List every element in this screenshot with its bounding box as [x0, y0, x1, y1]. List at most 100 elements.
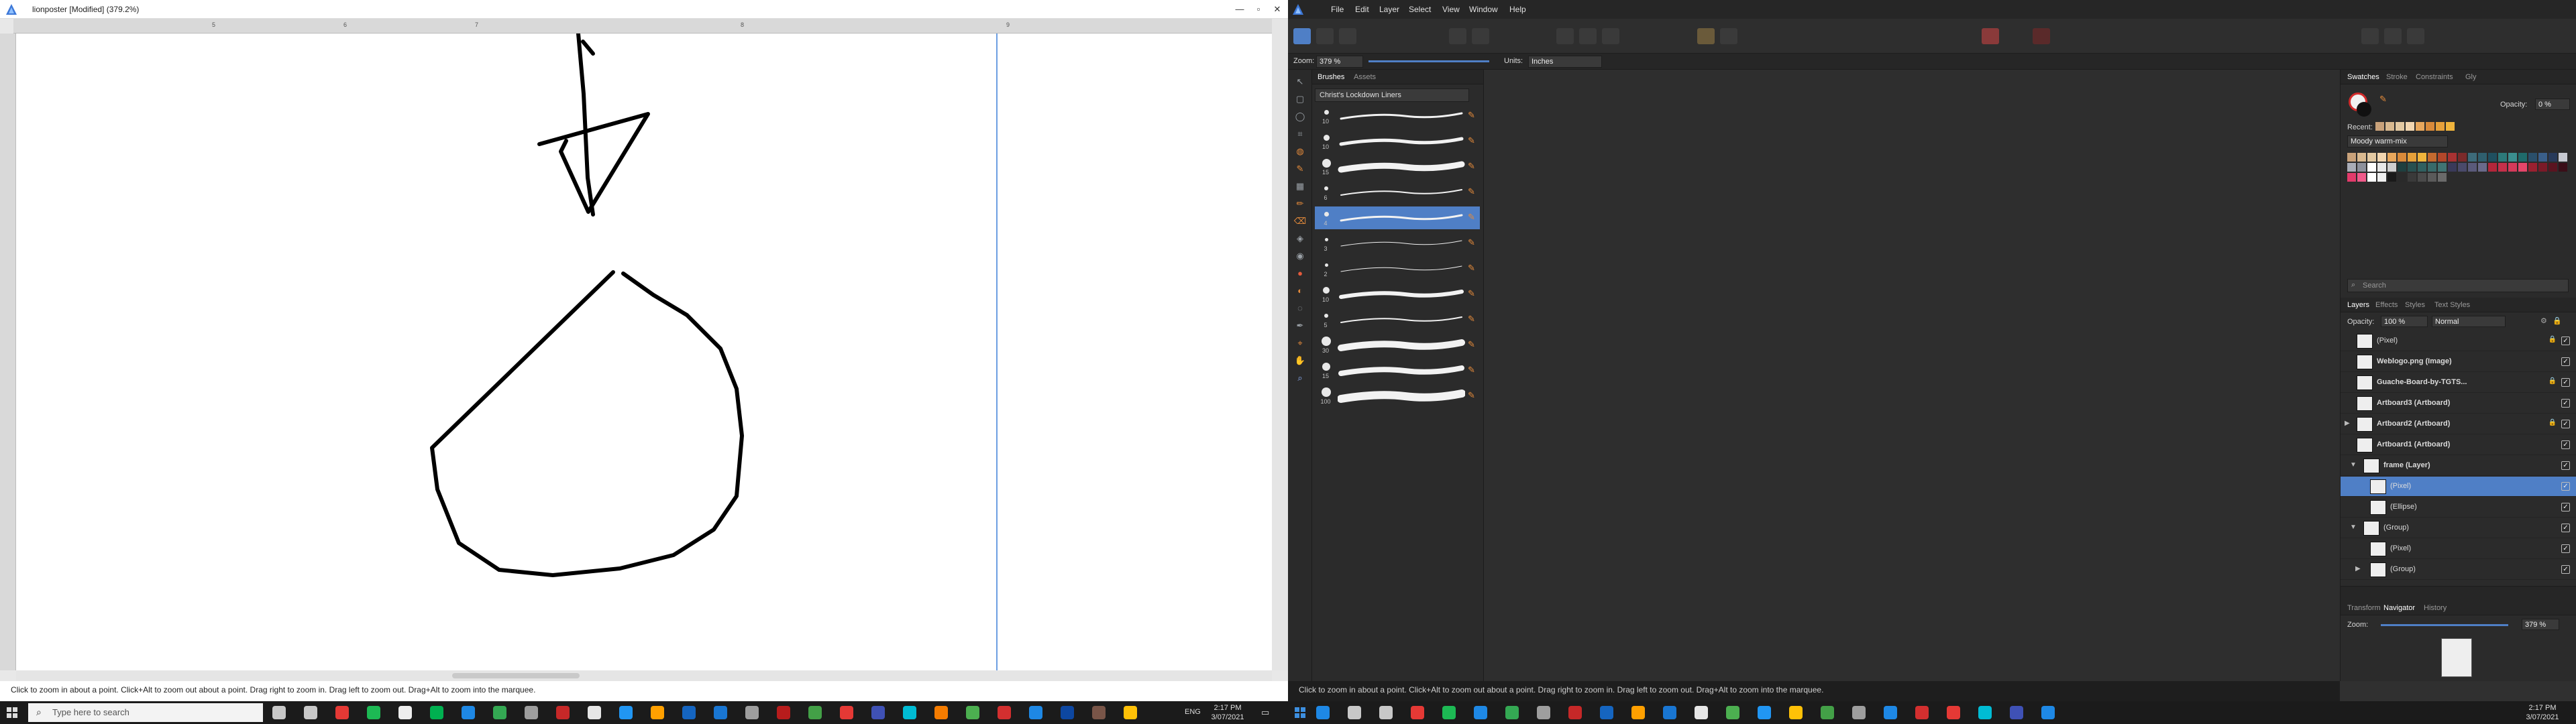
taskbar-app-icon[interactable]	[1884, 706, 1897, 719]
windows-start-icon[interactable]	[7, 707, 17, 718]
taskbar-app-icon[interactable]	[619, 706, 633, 719]
taskbar-app-icon[interactable]	[2041, 706, 2055, 719]
taskbar-app-icon[interactable]	[1029, 706, 1042, 719]
brush-item[interactable]: 4 ✎	[1315, 206, 1480, 229]
zoom-tool-icon[interactable]: ⌕	[1293, 371, 1307, 385]
expand-arrow-icon[interactable]: ▼	[2350, 524, 2357, 531]
color-swatch[interactable]	[2428, 153, 2436, 162]
recent-color-swatch[interactable]	[2426, 122, 2434, 131]
brush-item[interactable]: 2 ✎	[1315, 257, 1480, 280]
layer-row[interactable]: Guache-Board-by-TGTS... 🔒 ✓	[2341, 373, 2576, 393]
tab-assets[interactable]: Assets	[1354, 73, 1376, 81]
taskbar-app-icon[interactable]	[1568, 706, 1582, 719]
color-swatch[interactable]	[2398, 173, 2406, 182]
color-swatch[interactable]	[2357, 173, 2366, 182]
visibility-checkbox[interactable]: ✓	[2561, 357, 2570, 366]
color-swatch[interactable]	[2458, 163, 2467, 172]
color-swatch[interactable]	[2448, 153, 2457, 162]
color-swatch[interactable]	[2408, 153, 2416, 162]
layer-row[interactable]: ▶ (Group) ✓	[2341, 560, 2576, 580]
color-swatch[interactable]	[2508, 163, 2517, 172]
language-indicator[interactable]: ENG	[1185, 708, 1201, 716]
navigator-zoom-field[interactable]: 379 %	[2522, 619, 2559, 630]
fill-tool-icon[interactable]: ◈	[1293, 232, 1307, 245]
lock-icon[interactable]: 🔒	[2548, 377, 2557, 385]
transform-icon[interactable]	[1556, 28, 1574, 44]
share-icon[interactable]	[1339, 28, 1356, 44]
color-icon[interactable]	[2033, 28, 2050, 44]
pen-tool-icon[interactable]: ✒	[1293, 319, 1307, 333]
navigator-zoom-slider[interactable]	[2381, 624, 2508, 626]
stroke-color-well[interactable]	[2357, 102, 2371, 117]
taskbar-app-icon[interactable]	[1789, 706, 1803, 719]
taskbar-app-icon[interactable]	[1726, 706, 1739, 719]
snapshot-icon[interactable]	[2384, 28, 2402, 44]
layer-row[interactable]: (Pixel) ✓	[2341, 539, 2576, 559]
color-swatch[interactable]	[2428, 163, 2436, 172]
layer-row[interactable]: Artboard3 (Artboard) ✓	[2341, 394, 2576, 414]
blur-tool-icon[interactable]: ◌	[1293, 302, 1307, 315]
color-swatch[interactable]	[2468, 153, 2477, 162]
taskbar-search-input[interactable]: Type here to search	[28, 703, 263, 722]
maximize-button[interactable]: ▫	[1250, 4, 1267, 14]
color-swatch[interactable]	[2377, 153, 2386, 162]
visibility-checkbox[interactable]: ✓	[2561, 461, 2570, 470]
brush-item[interactable]: 5 ✎	[1315, 308, 1480, 331]
taskbar-app-icon[interactable]	[525, 706, 538, 719]
visibility-checkbox[interactable]: ✓	[2561, 337, 2570, 345]
layer-row[interactable]: (Ellipse) ✓	[2341, 497, 2576, 518]
help-icon[interactable]	[2361, 28, 2379, 44]
recent-color-swatch[interactable]	[2375, 122, 2384, 131]
zoom-value-field[interactable]: 379 %	[1316, 56, 1363, 68]
vertical-scrollbar[interactable]	[1272, 19, 1288, 670]
lock-icon[interactable]: 🔒	[2553, 316, 2562, 325]
color-swatch[interactable]	[2367, 163, 2376, 172]
color-swatch[interactable]	[2538, 163, 2547, 172]
taskbar-app-icon[interactable]	[1631, 706, 1645, 719]
color-swatch[interactable]	[2559, 163, 2567, 172]
taskbar-app-icon[interactable]	[335, 706, 349, 719]
taskbar-app-icon[interactable]	[588, 706, 601, 719]
blend-mode-dropdown[interactable]: Normal	[2432, 316, 2506, 327]
gear-icon[interactable]: ⚙	[2540, 316, 2547, 325]
color-swatch[interactable]	[2559, 153, 2567, 162]
color-swatch[interactable]	[2357, 153, 2366, 162]
assistant-icon[interactable]	[1449, 28, 1466, 44]
color-swatch[interactable]	[2387, 173, 2396, 182]
taskbar-app-icon[interactable]	[1978, 706, 1992, 719]
taskbar-app-icon[interactable]	[1537, 706, 1550, 719]
move-tool-icon[interactable]: ↖	[1293, 75, 1307, 88]
windows-start-icon[interactable]	[1295, 707, 1305, 718]
color-picker-icon[interactable]: ⌖	[1293, 337, 1307, 350]
taskbar-app-icon[interactable]	[651, 706, 664, 719]
taskbar-app-icon[interactable]	[304, 706, 317, 719]
color-swatch[interactable]	[2398, 163, 2406, 172]
expand-arrow-icon[interactable]: ▼	[2350, 461, 2357, 469]
taskbar-app-icon[interactable]	[1379, 706, 1393, 719]
tab-history[interactable]: History	[2424, 604, 2447, 612]
minimize-button[interactable]: —	[1232, 4, 1248, 14]
recent-color-swatch[interactable]	[2446, 122, 2455, 131]
color-swatch[interactable]	[2377, 163, 2386, 172]
layer-row[interactable]: ▶ Artboard2 (Artboard) 🔒 ✓	[2341, 414, 2576, 434]
horizontal-scrollbar[interactable]	[16, 670, 1272, 681]
hand-tool-icon[interactable]: ✋	[1293, 354, 1307, 367]
selection-tool-icon[interactable]: ▢	[1293, 93, 1307, 106]
layer-row[interactable]: ▼ frame (Layer) ✓	[2341, 456, 2576, 476]
menu-view[interactable]: View	[1442, 5, 1460, 14]
color-swatch[interactable]	[2408, 173, 2416, 182]
tab-effects[interactable]: Effects	[2375, 301, 2398, 309]
expand-arrow-icon[interactable]: ▶	[2345, 420, 2350, 427]
layer-opacity-field[interactable]: 100 %	[2381, 316, 2428, 327]
tab-stroke[interactable]: Stroke	[2386, 73, 2408, 81]
notification-icon[interactable]: ▭	[1261, 707, 1269, 718]
visibility-checkbox[interactable]: ✓	[2561, 378, 2570, 387]
taskbar-app-icon[interactable]	[367, 706, 380, 719]
brush-item[interactable]: 10 ✎	[1315, 105, 1480, 127]
color-swatch[interactable]	[2528, 163, 2537, 172]
navigator-thumbnail[interactable]	[2441, 638, 2472, 677]
taskbar-app-icon[interactable]	[998, 706, 1011, 719]
color-swatch[interactable]	[2357, 163, 2366, 172]
ellipse-tool-icon[interactable]: ◯	[1293, 110, 1307, 123]
taskbar-app-icon[interactable]	[840, 706, 853, 719]
